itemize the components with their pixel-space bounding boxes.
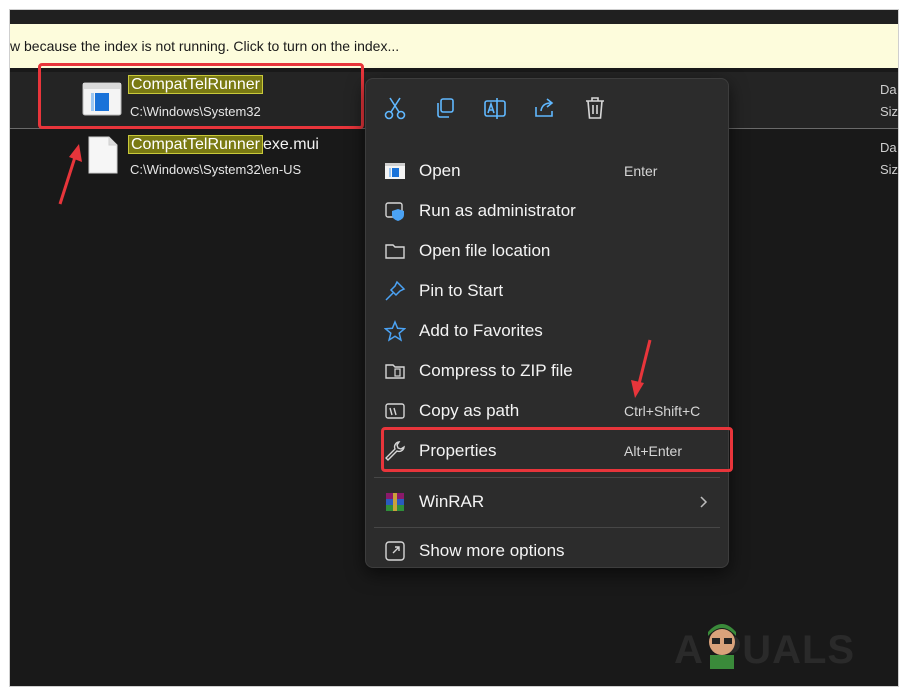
- top-strip: [10, 10, 898, 24]
- open-icon: [385, 163, 405, 179]
- menu-item-winrar[interactable]: WinRAR: [374, 482, 720, 522]
- copy-button[interactable]: [432, 95, 458, 121]
- copy-path-icon: [385, 403, 405, 419]
- quick-actions-toolbar: [366, 79, 728, 135]
- pin-icon: [385, 280, 406, 301]
- annotation-arrow-icon: [631, 339, 652, 398]
- rename-button[interactable]: [482, 95, 508, 121]
- chevron-right-icon: [700, 496, 708, 508]
- rename-icon: [484, 98, 506, 119]
- menu-item-run-as-admin[interactable]: Run as administrator: [374, 191, 720, 231]
- file-path: C:\Windows\System32\en-US: [130, 162, 302, 177]
- annotation-arrow-icon: [58, 144, 82, 205]
- menu-item-copy-as-path[interactable]: Copy as path Ctrl+Shift+C: [374, 391, 720, 431]
- date-column: Da: [880, 140, 897, 155]
- shield-icon: [385, 202, 404, 221]
- mascot-logo-icon: [708, 624, 736, 669]
- delete-button[interactable]: [582, 95, 608, 121]
- size-column: Siz: [880, 162, 898, 177]
- menu-separator: [374, 477, 720, 478]
- annotation-box-properties: [381, 427, 733, 472]
- trash-icon: [586, 97, 604, 119]
- menu-item-open-file-location[interactable]: Open file location: [374, 231, 720, 271]
- menu-item-compress-zip[interactable]: Compress to ZIP file: [374, 351, 720, 391]
- index-info-bar[interactable]: w because the index is not running. Clic…: [10, 24, 898, 68]
- size-column: Siz: [880, 104, 898, 119]
- menu-item-open[interactable]: Open Enter: [374, 151, 720, 191]
- copy-icon: [437, 98, 454, 118]
- menu-item-pin-to-start[interactable]: Pin to Start: [374, 271, 720, 311]
- winrar-icon: [386, 493, 404, 511]
- menu-item-add-to-favorites[interactable]: Add to Favorites: [374, 311, 720, 351]
- search-highlight: CompatTelRunner: [128, 135, 263, 154]
- cut-button[interactable]: [382, 95, 408, 121]
- scissors-icon: [384, 97, 406, 120]
- menu-item-show-more-options[interactable]: Show more options: [374, 533, 720, 569]
- annotation-box-file: [38, 63, 364, 129]
- zip-icon: [385, 364, 405, 379]
- menu-separator: [374, 527, 720, 528]
- folder-icon: [385, 244, 405, 259]
- document-icon: [88, 136, 118, 174]
- date-column: Da: [880, 82, 897, 97]
- star-icon: [384, 320, 406, 342]
- more-options-icon: [385, 541, 405, 561]
- context-menu: Open Enter Run as administrator Open fil…: [365, 78, 729, 568]
- share-icon: [535, 98, 554, 117]
- file-name: CompatTelRunner exe.mui: [128, 135, 319, 154]
- share-button[interactable]: [532, 95, 558, 121]
